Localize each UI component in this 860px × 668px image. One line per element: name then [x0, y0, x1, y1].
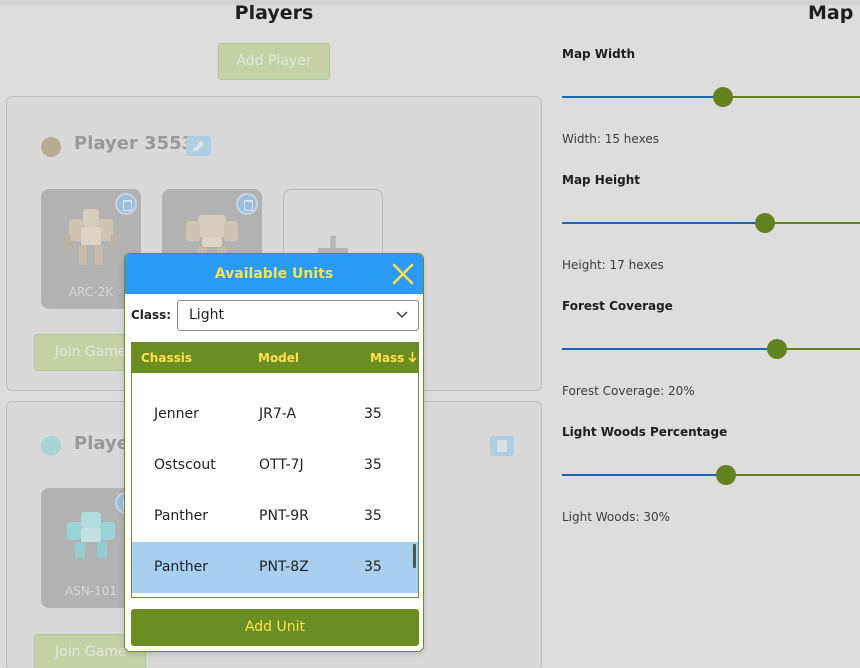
close-icon[interactable]: [391, 262, 415, 286]
light-woods-slider[interactable]: [562, 465, 860, 485]
forest-coverage-label: Forest Coverage: [562, 299, 673, 313]
table-row-selected[interactable]: Panther PNT-8Z 35: [132, 542, 418, 593]
player-settings-button[interactable]: [490, 436, 514, 456]
dialog-title: Available Units: [214, 266, 334, 282]
map-width-value: Width: 15 hexes: [562, 132, 659, 146]
units-table: Chassis Model Mass Jenner JR7-A 35 Ostsc…: [131, 342, 419, 598]
slider-thumb[interactable]: [716, 465, 736, 485]
cell-mass: 35: [364, 559, 382, 575]
mech-icon: [67, 512, 115, 558]
cell-model: JR7-A: [259, 406, 297, 422]
player-name: Player 3553: [74, 133, 195, 154]
available-units-dialog: Available Units Class: Light Chassis Mod…: [124, 253, 424, 652]
table-row[interactable]: Panther PNT-9R 35: [132, 491, 418, 542]
forest-coverage-value: Forest Coverage: 20%: [562, 384, 695, 398]
class-label: Class:: [131, 308, 172, 322]
cell-chassis: Ostscout: [154, 457, 216, 473]
slider-track: [723, 96, 860, 98]
slider-track: [777, 348, 860, 350]
delete-unit-icon[interactable]: [236, 193, 258, 215]
slider-fill: [562, 348, 777, 350]
delete-unit-icon[interactable]: [115, 193, 137, 215]
map-height-label: Map Height: [562, 173, 640, 187]
table-row[interactable]: Jenner JR7-A 35: [132, 389, 418, 440]
slider-thumb[interactable]: [767, 339, 787, 359]
slider-track: [726, 474, 860, 476]
slider-thumb[interactable]: [713, 87, 733, 107]
map-heading: Map: [808, 2, 854, 24]
player-name: Playe: [74, 433, 129, 454]
column-header-model[interactable]: Model: [258, 343, 299, 373]
cell-chassis: Panther: [154, 508, 208, 524]
cell-mass: 35: [364, 457, 382, 473]
players-heading: Players: [234, 2, 314, 24]
add-unit-button[interactable]: Add Unit: [131, 609, 419, 646]
mech-icon: [65, 209, 117, 265]
map-width-slider[interactable]: [562, 87, 860, 107]
dialog-header: Available Units: [125, 254, 423, 294]
cell-mass: 35: [364, 508, 382, 524]
slider-fill: [562, 222, 765, 224]
player-color-dot[interactable]: [41, 137, 61, 157]
map-height-value: Height: 17 hexes: [562, 258, 664, 272]
slider-thumb[interactable]: [755, 213, 775, 233]
table-scrollbar[interactable]: [413, 544, 416, 568]
map-height-slider[interactable]: [562, 213, 860, 233]
table-header: Chassis Model Mass: [132, 343, 418, 373]
map-width-label: Map Width: [562, 47, 636, 61]
cell-model: PNT-8Z: [259, 559, 309, 575]
forest-coverage-slider[interactable]: [562, 339, 860, 359]
column-header-mass[interactable]: Mass: [370, 343, 404, 373]
slider-fill: [562, 474, 726, 476]
cell-model: PNT-9R: [259, 508, 309, 524]
slider-fill: [562, 96, 723, 98]
edit-name-button[interactable]: [186, 136, 211, 156]
pencil-icon: [193, 141, 204, 151]
cell-chassis: Panther: [154, 559, 208, 575]
light-woods-value: Light Woods: 30%: [562, 510, 671, 524]
class-select[interactable]: Light: [177, 300, 419, 331]
table-row[interactable]: Ostscout OTT-7J 35: [132, 440, 418, 491]
chevron-down-icon: [396, 311, 408, 318]
class-select-value: Light: [189, 307, 224, 323]
light-woods-label: Light Woods Percentage: [562, 425, 728, 439]
cell-chassis: Jenner: [154, 406, 199, 422]
cell-model: OTT-7J: [259, 457, 304, 473]
slider-track: [765, 222, 860, 224]
column-header-chassis[interactable]: Chassis: [141, 343, 192, 373]
player-color-dot[interactable]: [41, 436, 61, 456]
cell-mass: 35: [364, 406, 382, 422]
sort-desc-icon: [408, 352, 417, 363]
add-player-button[interactable]: Add Player: [218, 43, 330, 80]
